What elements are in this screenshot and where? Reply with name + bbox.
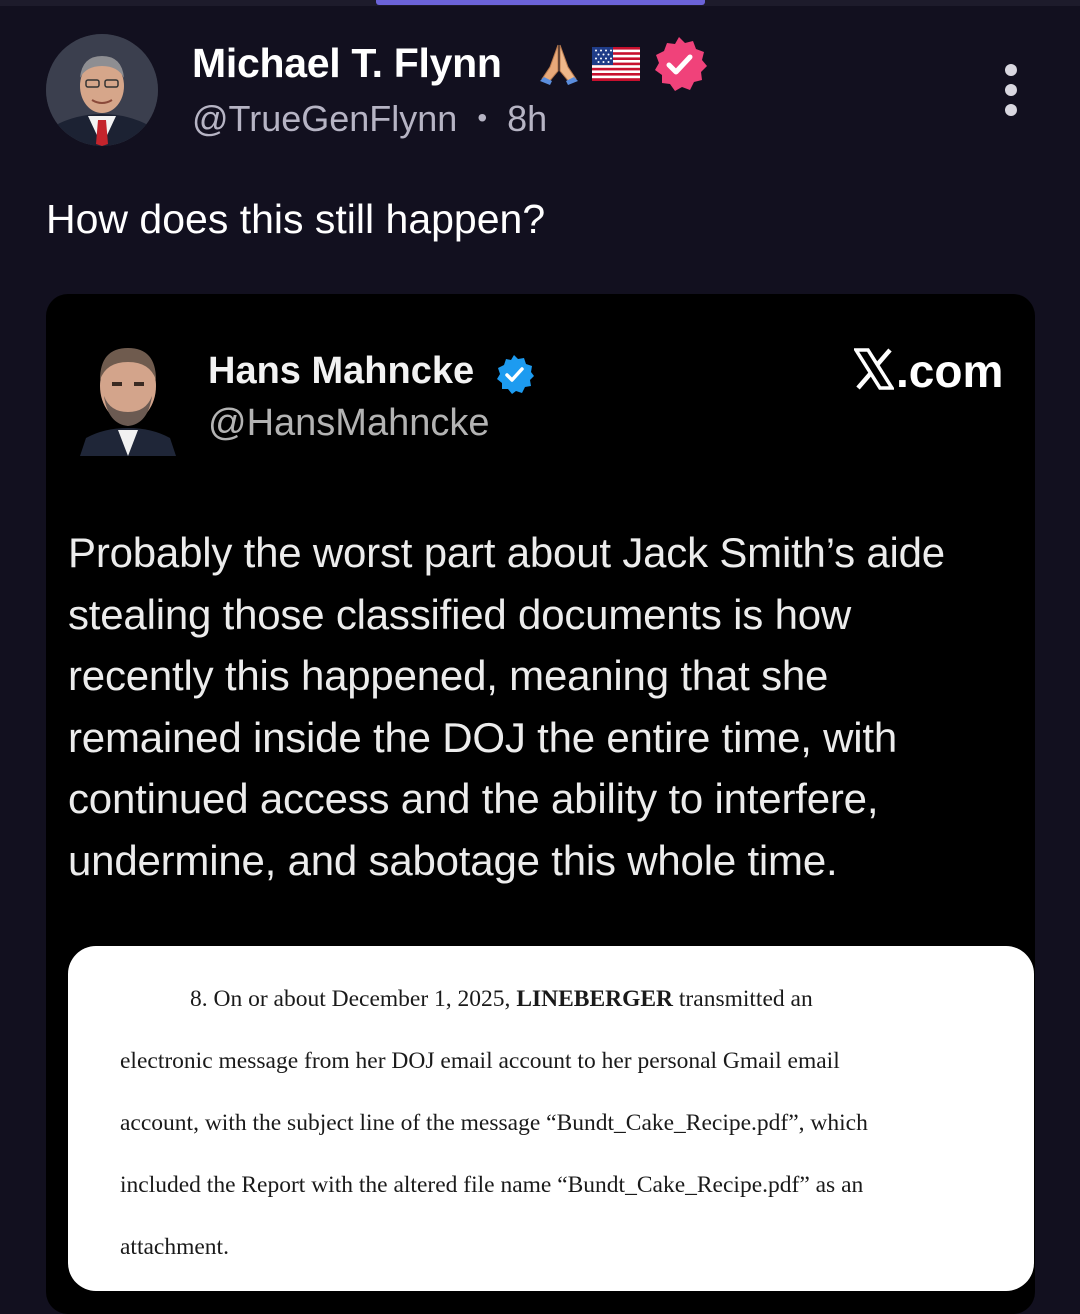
document-excerpt-image[interactable]: 8. On or about December 1, 2025, LINEBER…: [68, 946, 1034, 1291]
embed-author-handle[interactable]: @HansMahncke: [208, 402, 489, 445]
body-line: undermine, and sabotage this whole time.: [68, 836, 838, 884]
progress-indicator: [376, 0, 705, 5]
post-time: 8h: [507, 98, 548, 139]
author-badges: [536, 36, 708, 94]
embed-author-avatar[interactable]: [80, 334, 176, 456]
us-flag-icon: [592, 46, 640, 86]
verified-badge-icon: [650, 35, 708, 98]
author-handle[interactable]: @TrueGenFlynn: [192, 98, 457, 139]
document-line: account, with the subject line of the me…: [120, 1110, 868, 1136]
meta-separator: •: [477, 102, 488, 133]
top-progress-track: [0, 0, 1080, 6]
document-line: included the Report with the altered fil…: [120, 1172, 864, 1198]
embed-body-text: Probably the worst part about Jack Smith…: [68, 522, 1035, 891]
embed-author-name[interactable]: Hans Mahncke: [208, 350, 474, 393]
folded-hands-icon: [536, 41, 582, 92]
document-text: 8. On or about December 1, 2025,: [190, 986, 517, 1012]
body-line: continued access and the ability to inte…: [68, 775, 879, 822]
source-domain: .com: [896, 345, 1004, 397]
document-line: attachment.: [120, 1234, 229, 1260]
more-options-button[interactable]: [996, 64, 1026, 116]
body-line: remained inside the DOJ the entire time,…: [68, 713, 898, 761]
document-line: electronic message from her DOJ email ac…: [120, 1048, 840, 1074]
body-line: stealing those classified documents is h…: [68, 590, 852, 638]
more-dot-icon: [1005, 64, 1017, 76]
more-dot-icon: [1005, 104, 1017, 116]
document-line: 8. On or about December 1, 2025, LINEBER…: [190, 986, 813, 1013]
more-dot-icon: [1005, 84, 1017, 96]
verified-badge-icon: [494, 354, 534, 399]
body-line: Probably the worst part about Jack Smith…: [68, 529, 945, 576]
body-line: recently this happened, meaning that she: [68, 652, 829, 699]
author-handle-line: @TrueGenFlynn • 8h: [192, 98, 547, 140]
post-header: Michael T. Flynn @TrueGenFlynn • 8h: [46, 34, 1036, 149]
document-name-bold: LINEBERGER: [516, 986, 674, 1012]
author-name[interactable]: Michael T. Flynn: [192, 40, 502, 87]
embedded-post-card[interactable]: Hans Mahncke @HansMahncke .com Probably …: [46, 294, 1035, 1314]
post-text: How does this still happen?: [46, 196, 546, 242]
source-link[interactable]: .com: [852, 344, 1004, 398]
x-logo-icon: [852, 347, 896, 395]
document-text: transmitted an: [673, 986, 813, 1012]
author-avatar[interactable]: [46, 34, 158, 146]
